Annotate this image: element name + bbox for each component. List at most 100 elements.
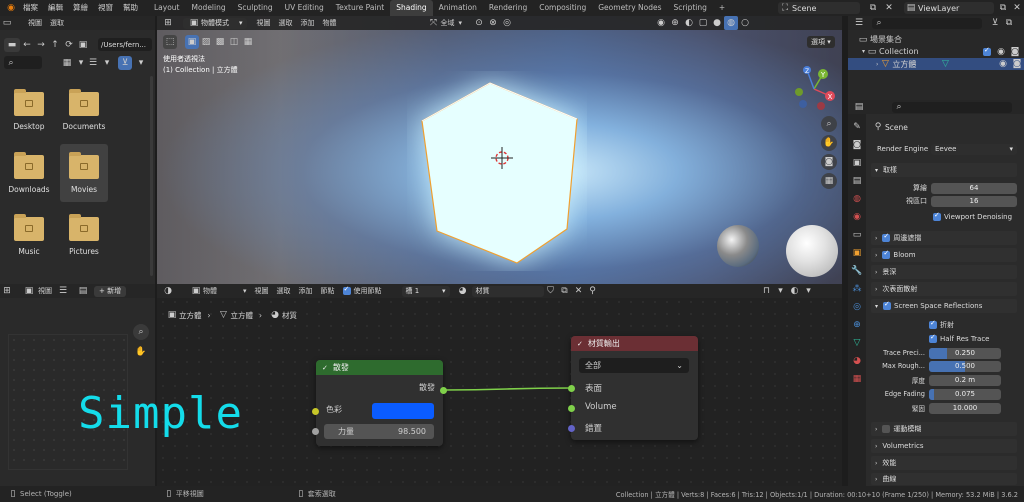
pan-hand-icon[interactable]: ✋ bbox=[821, 135, 837, 151]
folder-documents[interactable]: Documents bbox=[62, 89, 106, 131]
section-motion-blur[interactable]: › 運動模糊 bbox=[871, 422, 1017, 436]
editor-type-icon[interactable]: ▤ bbox=[852, 100, 866, 114]
shading-rendered-icon[interactable]: ○ bbox=[738, 16, 752, 30]
selection-mode-extend-icon[interactable]: ▨ bbox=[199, 35, 213, 49]
filter-icon[interactable]: ⊻ bbox=[118, 56, 132, 70]
bloom-checkbox[interactable] bbox=[882, 249, 891, 259]
tab-geometry-nodes[interactable]: Geometry Nodes bbox=[592, 0, 667, 16]
visibility-icon[interactable]: ◉ bbox=[654, 16, 668, 30]
ssr-checkbox[interactable] bbox=[883, 300, 892, 310]
editor-type-icon[interactable]: ⊞ bbox=[0, 284, 14, 298]
menu-edit[interactable]: 編輯 bbox=[43, 0, 68, 16]
object-tab-icon[interactable]: ▣ bbox=[850, 246, 864, 260]
folder-music[interactable]: Music bbox=[7, 214, 51, 256]
material-output-node[interactable]: ✓ 材質輸出 全部 ⌄ 表面 Volume 錯置 bbox=[571, 336, 698, 440]
menu-window[interactable]: 視窗 bbox=[93, 0, 118, 16]
ao-checkbox[interactable] bbox=[882, 232, 891, 242]
back-arrow-icon[interactable]: ← bbox=[20, 38, 34, 52]
blender-logo-icon[interactable]: ◉ bbox=[4, 1, 18, 15]
forward-arrow-icon[interactable]: → bbox=[34, 38, 48, 52]
ssr-field-slider[interactable]: 0.500 bbox=[929, 360, 1001, 372]
color-swatch[interactable] bbox=[372, 403, 434, 419]
section-subsurface-scattering[interactable]: › 次表面散射 bbox=[871, 282, 1017, 296]
refresh-icon[interactable]: ⟳ bbox=[62, 38, 76, 52]
texture-tab-icon[interactable]: ▦ bbox=[850, 372, 864, 386]
delete-scene-icon[interactable]: ✕ bbox=[882, 1, 896, 15]
section-performance[interactable]: › 效能 bbox=[871, 456, 1017, 470]
ssr-field-slider[interactable]: 0.2 m bbox=[929, 374, 1001, 386]
displacement-input-socket[interactable] bbox=[568, 425, 575, 432]
gizmo-icon[interactable]: ⊕ bbox=[668, 16, 682, 30]
proportional-edit-icon[interactable]: ◎ bbox=[500, 16, 514, 30]
section-curves[interactable]: › 曲線 bbox=[871, 473, 1017, 485]
editor-type-icon[interactable]: ☰ bbox=[852, 16, 866, 30]
cube-object[interactable] bbox=[407, 71, 587, 271]
section-ambient-occlusion[interactable]: › 周邊遮擋 bbox=[871, 231, 1017, 245]
color-input-socket[interactable] bbox=[312, 408, 319, 415]
section-volumetrics[interactable]: › Volumetrics bbox=[871, 439, 1017, 453]
section-depth-of-field[interactable]: › 景深 bbox=[871, 265, 1017, 279]
tab-animation[interactable]: Animation bbox=[433, 0, 483, 16]
filter-dropdown-icon[interactable]: ▾ bbox=[134, 56, 148, 70]
delete-view-layer-icon[interactable]: ✕ bbox=[1010, 1, 1024, 15]
outliner-row-cube[interactable]: › ▽ 立方體 ▽ ◉ ◙ bbox=[848, 58, 1024, 70]
strength-field[interactable]: 力量 98.500 bbox=[324, 424, 434, 439]
folder-icon[interactable]: ▬ bbox=[4, 38, 20, 52]
shading-solid-icon[interactable]: ● bbox=[710, 16, 724, 30]
section-sampling[interactable]: ▾ 取樣 bbox=[871, 163, 1017, 177]
selection-mode-subtract-icon[interactable]: ▩ bbox=[213, 35, 227, 49]
menu-file[interactable]: 檔案 bbox=[18, 0, 43, 16]
tab-scripting[interactable]: Scripting bbox=[668, 0, 713, 16]
options-dropdown[interactable]: 選項 ▾ bbox=[807, 36, 835, 48]
emission-output-socket[interactable] bbox=[440, 387, 447, 394]
path-field[interactable]: /Users/fern... bbox=[98, 38, 152, 51]
tool-tab-icon[interactable]: ✎ bbox=[850, 120, 864, 134]
render-samples-field[interactable]: 64 bbox=[931, 182, 1017, 194]
collapse-chevron-icon[interactable]: ✓ bbox=[322, 364, 328, 372]
physics-tab-icon[interactable]: ◎ bbox=[850, 300, 864, 314]
outliner-row-scene-collection[interactable]: ▭ 場景集合 bbox=[856, 34, 902, 45]
new-scene-icon[interactable]: ⧉ bbox=[866, 1, 880, 15]
view-layer-selector[interactable]: ▤ ViewLayer bbox=[904, 2, 994, 14]
target-select[interactable]: 全部 ⌄ bbox=[579, 358, 689, 373]
selection-mode-intersect-icon[interactable]: ▦ bbox=[241, 35, 255, 49]
menu-help[interactable]: 幫助 bbox=[118, 0, 143, 16]
3d-viewport[interactable]: ⊞ ▣ 物體模式 ▾ 視圖 選取 添加 物體 ⤧ 全域 ▾ ⊙ ⊗ ◎ ◉ ⊕ … bbox=[157, 16, 842, 284]
folder-downloads[interactable]: Downloads bbox=[7, 152, 51, 194]
grid-icon[interactable]: ▦ bbox=[821, 173, 837, 189]
menu-view[interactable]: 視圖 bbox=[38, 286, 52, 296]
constraints-tab-icon[interactable]: ⊕ bbox=[850, 318, 864, 332]
editor-type-icon[interactable]: ⊞ bbox=[161, 16, 175, 30]
section-screen-space-reflections[interactable]: ▾ Screen Space Reflections bbox=[871, 299, 1017, 313]
3d-cursor-icon[interactable] bbox=[490, 146, 514, 170]
settings-dropdown-icon[interactable]: ▾ bbox=[100, 56, 114, 70]
xray-icon[interactable]: ▢ bbox=[696, 16, 710, 30]
menu-view[interactable]: 視圖 bbox=[28, 18, 42, 28]
folder-pictures[interactable]: Pictures bbox=[62, 214, 106, 256]
viewport-samples-field[interactable]: 16 bbox=[931, 195, 1017, 207]
camera-render-icon[interactable]: ◙ bbox=[1010, 57, 1024, 71]
menu-select[interactable]: 選取 bbox=[279, 18, 293, 28]
properties-search-input[interactable]: ⌕ bbox=[892, 101, 1012, 113]
scrollbar[interactable] bbox=[150, 76, 153, 276]
ssr-field-slider[interactable]: 10.000 bbox=[929, 402, 1001, 414]
render-tab-icon[interactable]: ◙ bbox=[850, 138, 864, 152]
menu-select[interactable]: 選取 bbox=[50, 18, 64, 28]
tab-shading[interactable]: Shading bbox=[390, 0, 433, 16]
emission-node-header[interactable]: ✓ 散發 bbox=[316, 360, 443, 375]
ssr-field-slider[interactable]: 0.250 bbox=[929, 347, 1001, 359]
new-image-button[interactable]: + 新增 bbox=[94, 285, 127, 297]
scene-tab-icon[interactable]: ◍ bbox=[850, 192, 864, 206]
camera-icon[interactable]: ◙ bbox=[821, 154, 837, 170]
navigation-gizmo[interactable]: X Y Z bbox=[791, 66, 837, 112]
filter-icon[interactable]: ⊻ bbox=[988, 16, 1002, 30]
surface-input-socket[interactable] bbox=[568, 385, 575, 392]
motion-blur-checkbox[interactable] bbox=[882, 425, 891, 433]
display-mode-icon[interactable]: ▦ bbox=[60, 56, 74, 70]
strength-input-socket[interactable] bbox=[312, 428, 319, 435]
menu-render[interactable]: 算繪 bbox=[68, 0, 93, 16]
exclude-checkbox[interactable] bbox=[983, 46, 991, 56]
sort-icon[interactable]: ☰ bbox=[86, 56, 100, 70]
outliner-search-input[interactable]: ⌕ bbox=[872, 17, 982, 29]
mode-selector[interactable]: ▣ 物體模式 ▾ bbox=[183, 17, 247, 29]
